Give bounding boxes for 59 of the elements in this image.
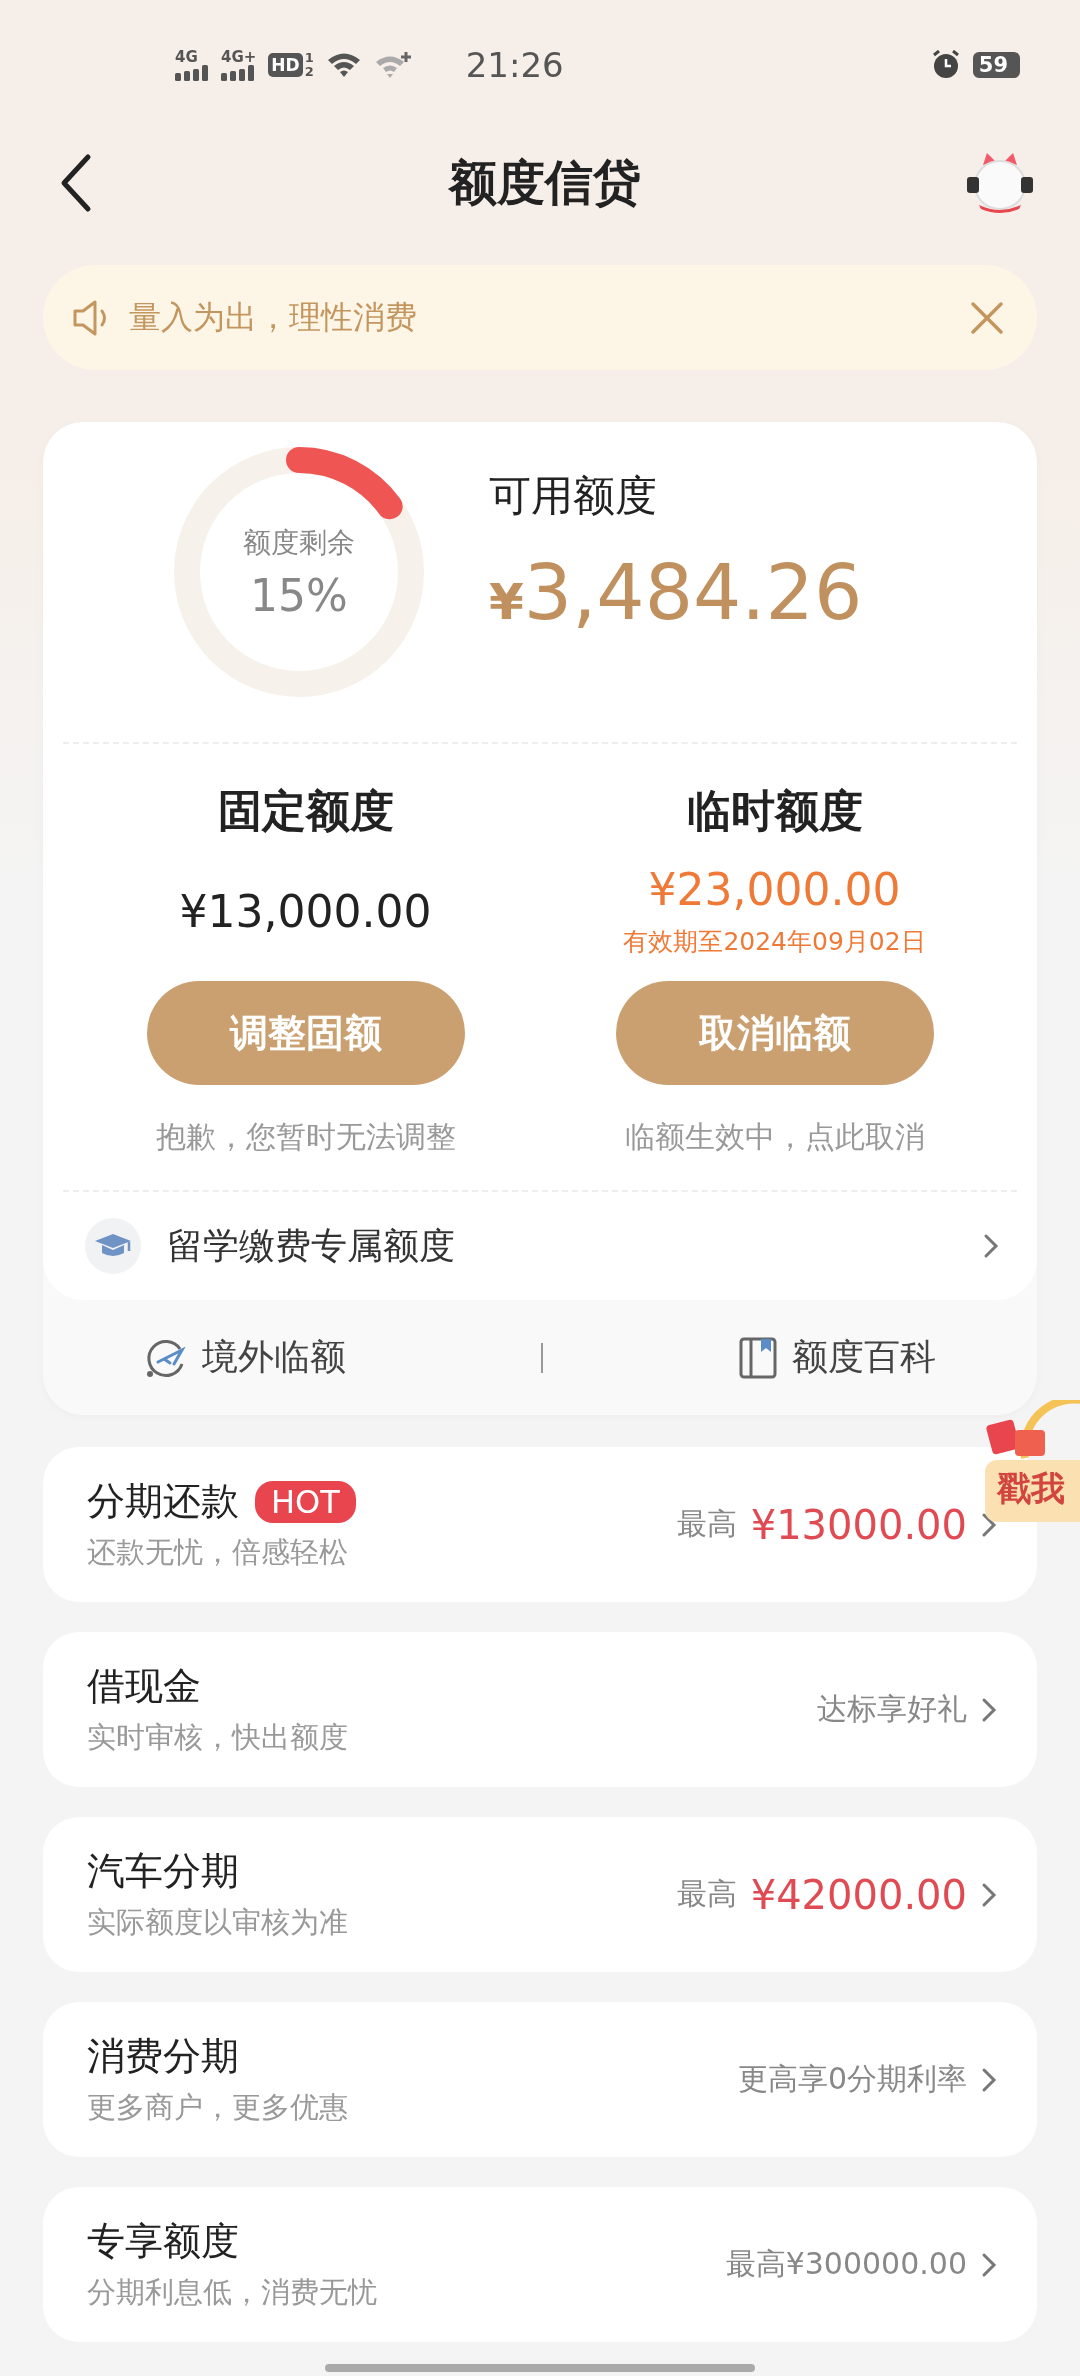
product-hint: 最高¥300000.00 <box>725 2245 967 2283</box>
chevron-icon <box>981 2066 997 2093</box>
product-subtitle: 还款无忧，倍感轻松 <box>87 1534 349 1571</box>
product-subtitle: 更多商户，更多优惠 <box>87 2089 348 2126</box>
max-label: 最高 <box>676 1875 737 1913</box>
product-subtitle: 分期利息低，消费无忧 <box>87 2274 377 2311</box>
book-icon <box>738 1335 779 1380</box>
mascot-icon[interactable] <box>965 150 1035 215</box>
limit-note: 临额生效中，点此取消 <box>624 1118 925 1156</box>
alarm-icon <box>930 50 961 80</box>
product-hint: 更高享0分期利率 <box>737 2060 967 2098</box>
limit-amount: ¥13,000.00 <box>179 885 432 937</box>
network-label: 4G+ <box>221 49 257 65</box>
hd-label: HD <box>268 53 303 77</box>
study-limit-row[interactable]: 留学缴费专属额度 <box>71 1192 1009 1300</box>
signal-icon <box>175 65 209 81</box>
product-subtitle: 实际额度以审核为准 <box>87 1904 348 1941</box>
max-amount: ¥42000.00 <box>750 1871 967 1918</box>
product-card[interactable]: 借现金 实时审核，快出额度 达标享好礼 <box>43 1632 1037 1787</box>
product-title: 消费分期 <box>87 2033 239 2080</box>
product-title: 汽车分期 <box>87 1848 239 1895</box>
product-title: 借现金 <box>87 1663 201 1710</box>
limit-title: 固定额度 <box>217 784 394 838</box>
battery-indicator: 59 <box>972 52 1020 78</box>
currency-sign: ¥ <box>489 572 524 631</box>
hot-badge: HOT <box>255 1480 356 1523</box>
limit-amount: ¥23,000.00 <box>648 864 901 915</box>
max-amount: ¥13000.00 <box>750 1501 967 1548</box>
chevron-icon <box>981 1511 997 1538</box>
network-label: 4G <box>175 49 198 65</box>
page-title: 额度信贷 <box>448 152 641 212</box>
chevron-icon <box>983 1233 999 1259</box>
chevron-icon <box>981 1696 997 1723</box>
product-title: 专享额度 <box>87 2218 239 2265</box>
sim-number: 1 <box>304 51 314 65</box>
ring-label: 额度剩余 <box>243 524 355 561</box>
product-title: 分期还款 <box>87 1478 239 1525</box>
product-hint: 达标享好礼 <box>817 1690 967 1728</box>
notice-text: 量入为出，理性消费 <box>129 296 418 338</box>
product-subtitle: 实时审核，快出额度 <box>87 1719 348 1756</box>
available-label: 可用额度 <box>489 469 658 522</box>
sim-number: 2 <box>304 65 314 79</box>
gift-icon <box>985 1400 1080 1460</box>
available-amount: 3,484.26 <box>523 547 863 637</box>
limit-title: 临时额度 <box>686 784 863 838</box>
max-label: 最高 <box>676 1505 737 1543</box>
graduation-cap-icon <box>85 1218 141 1274</box>
quick-link[interactable]: 额度百科 <box>732 1332 943 1383</box>
status-time: 21:26 <box>465 45 564 85</box>
chevron-icon <box>981 1881 997 1908</box>
product-card[interactable]: 消费分期 更多商户，更多优惠 更高享0分期利率 <box>43 2002 1037 2157</box>
limit-note: 抱歉，您暂时无法调整 <box>155 1118 456 1156</box>
ring-value: 15% <box>250 569 348 621</box>
quick-link[interactable]: 境外临额 <box>137 1332 352 1383</box>
product-card[interactable]: 汽车分期 实际额度以审核为准 最高 ¥42000.00 <box>43 1817 1037 1972</box>
validity-text: 有效期至2024年09月02日 <box>623 926 926 958</box>
chevron-icon <box>981 2251 997 2278</box>
signal-icon <box>221 65 255 81</box>
product-card[interactable]: 专享额度 分期利息低，消费无忧 最高¥300000.00 <box>43 2187 1037 2342</box>
